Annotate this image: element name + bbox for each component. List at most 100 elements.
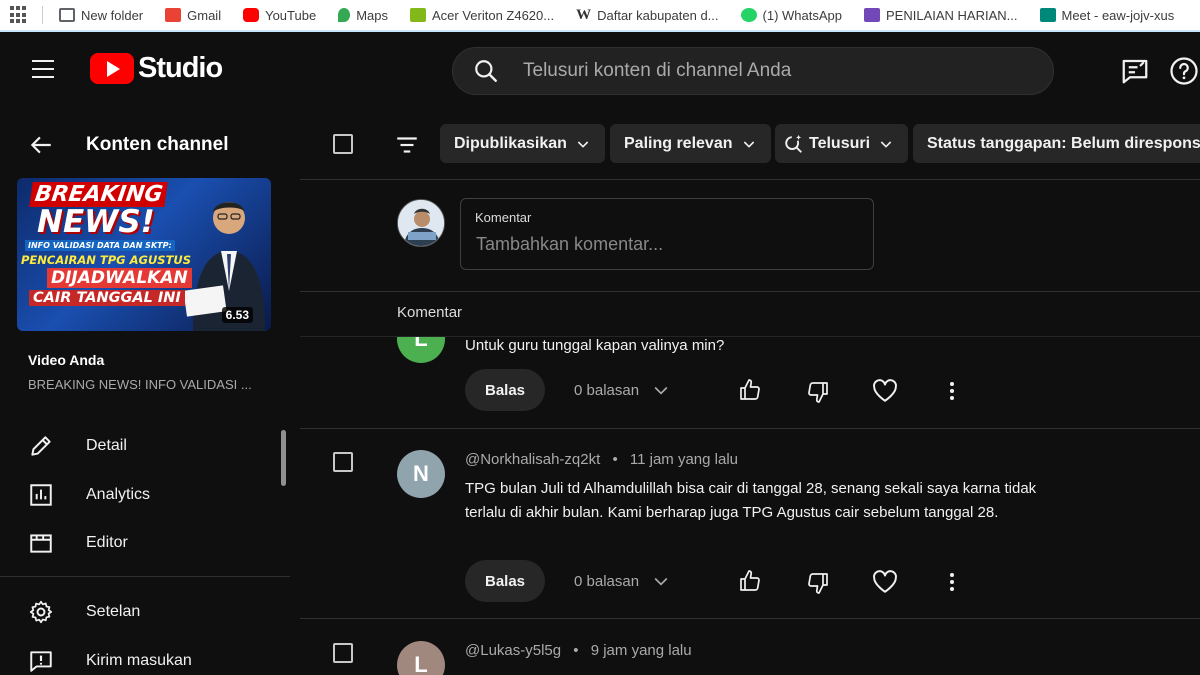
video-title: BREAKING NEWS! INFO VALIDASI ... bbox=[28, 377, 252, 392]
chevron-down-icon bbox=[577, 140, 589, 148]
sidebar-item-label: Analytics bbox=[86, 486, 151, 503]
commenter-avatar[interactable]: N bbox=[397, 450, 445, 498]
thumb-line-pencairan: PENCAIRAN TPG AGUSTUS bbox=[21, 253, 192, 267]
bookmark-new-folder[interactable]: New folder bbox=[59, 8, 143, 23]
search-input[interactable] bbox=[521, 59, 1005, 83]
heart-icon[interactable] bbox=[872, 570, 898, 594]
comment-author[interactable]: @Lukas-y5l5g bbox=[465, 642, 561, 659]
chevron-down-icon bbox=[743, 140, 754, 148]
gear-icon bbox=[29, 600, 53, 624]
thumbs-down-icon[interactable] bbox=[806, 571, 830, 595]
commenter-avatar[interactable]: L bbox=[397, 337, 445, 363]
thumbs-up-icon[interactable] bbox=[738, 569, 762, 593]
create-post-icon[interactable] bbox=[1120, 56, 1150, 86]
sidebar: Konten channel BREAKING NEWS! INFO VALID… bbox=[0, 108, 290, 675]
apps-grid-icon[interactable] bbox=[10, 6, 28, 24]
filter-bar: Dipublikasikan Paling relevan Telusuri S… bbox=[300, 108, 1200, 180]
video-thumbnail[interactable]: BREAKING NEWS! INFO VALIDASI DATA DAN SK… bbox=[17, 178, 271, 331]
reply-button[interactable]: Balas bbox=[465, 560, 545, 602]
comment-input[interactable] bbox=[474, 232, 858, 264]
comment-time[interactable]: 9 jam yang lalu bbox=[591, 642, 692, 659]
bookmark-meet[interactable]: Meet - eaw-jojv-xus bbox=[1039, 8, 1174, 23]
filter-chip-response-status[interactable]: Status tanggapan: Belum direspons bbox=[913, 124, 1200, 163]
more-vertical-icon[interactable] bbox=[942, 570, 962, 594]
maps-pin-icon bbox=[338, 8, 351, 22]
sidebar-item-analytics[interactable]: Analytics bbox=[28, 482, 150, 508]
bookmark-gmail[interactable]: Gmail bbox=[165, 8, 221, 23]
sidebar-scrollbar[interactable] bbox=[281, 430, 286, 486]
bookmark-acer[interactable]: Acer Veriton Z4620... bbox=[409, 8, 554, 23]
comment-checkbox[interactable] bbox=[333, 452, 353, 472]
search-icon bbox=[475, 60, 497, 82]
divider bbox=[300, 428, 1200, 429]
search-sparkle-icon bbox=[785, 134, 802, 153]
chevron-down-icon bbox=[654, 386, 668, 395]
sidebar-item-label: Kirim masukan bbox=[86, 652, 192, 669]
comment-row: L @Lukas-y5l5g • 9 jam yang lalu bbox=[300, 619, 1200, 675]
sidebar-divider bbox=[0, 576, 290, 577]
thumbs-up-icon[interactable] bbox=[738, 378, 762, 402]
whatsapp-icon bbox=[740, 8, 757, 22]
sidebar-item-editor[interactable]: Editor bbox=[28, 530, 128, 556]
composer-label: Komentar bbox=[475, 210, 532, 225]
youtube-icon bbox=[243, 8, 260, 22]
bookmarks-bar: New folder Gmail YouTube Maps Acer Verit… bbox=[0, 0, 1200, 32]
arrow-back-icon[interactable] bbox=[28, 132, 54, 158]
menu-icon[interactable] bbox=[32, 60, 54, 78]
commenter-avatar[interactable]: L bbox=[397, 641, 445, 675]
sidebar-item-label: Editor bbox=[86, 534, 128, 551]
sidebar-item-settings[interactable]: Setelan bbox=[28, 599, 140, 625]
divider bbox=[300, 291, 1200, 292]
bookmark-youtube[interactable]: YouTube bbox=[243, 8, 316, 23]
feedback-icon bbox=[30, 651, 52, 672]
comment-text: TPG bulan Juli td Alhamdulillah bisa cai… bbox=[465, 480, 1037, 521]
video-label: Video Anda bbox=[28, 352, 105, 368]
more-vertical-icon[interactable] bbox=[942, 379, 962, 403]
studio-header: Studio bbox=[0, 32, 1200, 108]
help-icon[interactable] bbox=[1169, 56, 1199, 86]
youtube-studio-logo[interactable]: Studio bbox=[90, 52, 223, 85]
comment-time[interactable]: 11 jam yang lalu bbox=[630, 451, 738, 468]
bookmark-whatsapp[interactable]: (1) WhatsApp bbox=[740, 8, 842, 23]
gmail-icon bbox=[165, 8, 182, 22]
chevron-down-icon bbox=[880, 140, 892, 148]
bookmark-maps[interactable]: Maps bbox=[338, 8, 388, 23]
sidebar-item-feedback[interactable]: Kirim masukan bbox=[28, 648, 192, 674]
back-to-channel-content[interactable]: Konten channel bbox=[28, 132, 229, 158]
search-bar[interactable] bbox=[452, 47, 1054, 95]
thumb-line-news: NEWS! bbox=[37, 204, 155, 240]
comment-meta: @Lukas-y5l5g • 9 jam yang lalu bbox=[465, 642, 692, 659]
comment-text: Untuk guru tunggal kapan valinya min? bbox=[465, 337, 725, 354]
filter-chip-sort[interactable]: Paling relevan bbox=[610, 124, 771, 163]
analytics-icon bbox=[30, 484, 52, 506]
sidebar-item-detail[interactable]: Detail bbox=[28, 433, 127, 459]
clapperboard-icon bbox=[30, 534, 52, 553]
filter-chip-search[interactable]: Telusuri bbox=[775, 124, 909, 163]
filter-icon[interactable] bbox=[394, 132, 420, 158]
comment-author[interactable]: @Norkhalisah-zq2kt bbox=[465, 451, 600, 468]
acer-icon bbox=[409, 8, 426, 22]
replies-toggle[interactable]: 0 balasan bbox=[574, 380, 671, 400]
replies-toggle[interactable]: 0 balasan bbox=[574, 571, 671, 591]
youtube-play-icon bbox=[90, 53, 134, 84]
comment-composer[interactable]: Komentar bbox=[460, 198, 874, 270]
thumb-line-info: INFO VALIDASI DATA DAN SKTP: bbox=[25, 240, 175, 251]
sidebar-item-label: Detail bbox=[86, 437, 127, 454]
bookmark-penilaian[interactable]: PENILAIAN HARIAN... bbox=[864, 8, 1018, 23]
filter-chip-published[interactable]: Dipublikasikan bbox=[440, 124, 605, 163]
folder-icon bbox=[59, 8, 75, 22]
bookmarks-divider bbox=[42, 6, 43, 24]
comments-section-label: Komentar bbox=[397, 304, 463, 321]
thumbs-down-icon[interactable] bbox=[806, 380, 830, 404]
sidebar-item-label: Setelan bbox=[86, 603, 141, 620]
user-photo-icon bbox=[398, 200, 444, 246]
bookmark-wikipedia[interactable]: W Daftar kabupaten d... bbox=[576, 8, 718, 23]
wikipedia-icon: W bbox=[576, 7, 592, 23]
my-avatar bbox=[397, 199, 445, 247]
thumb-line-dijadwalkan: DIJADWALKAN bbox=[47, 268, 192, 288]
comment-checkbox[interactable] bbox=[333, 643, 353, 663]
forms-icon bbox=[864, 8, 881, 22]
heart-icon[interactable] bbox=[872, 379, 898, 403]
select-all-checkbox[interactable] bbox=[333, 134, 353, 154]
reply-button[interactable]: Balas bbox=[465, 369, 545, 411]
